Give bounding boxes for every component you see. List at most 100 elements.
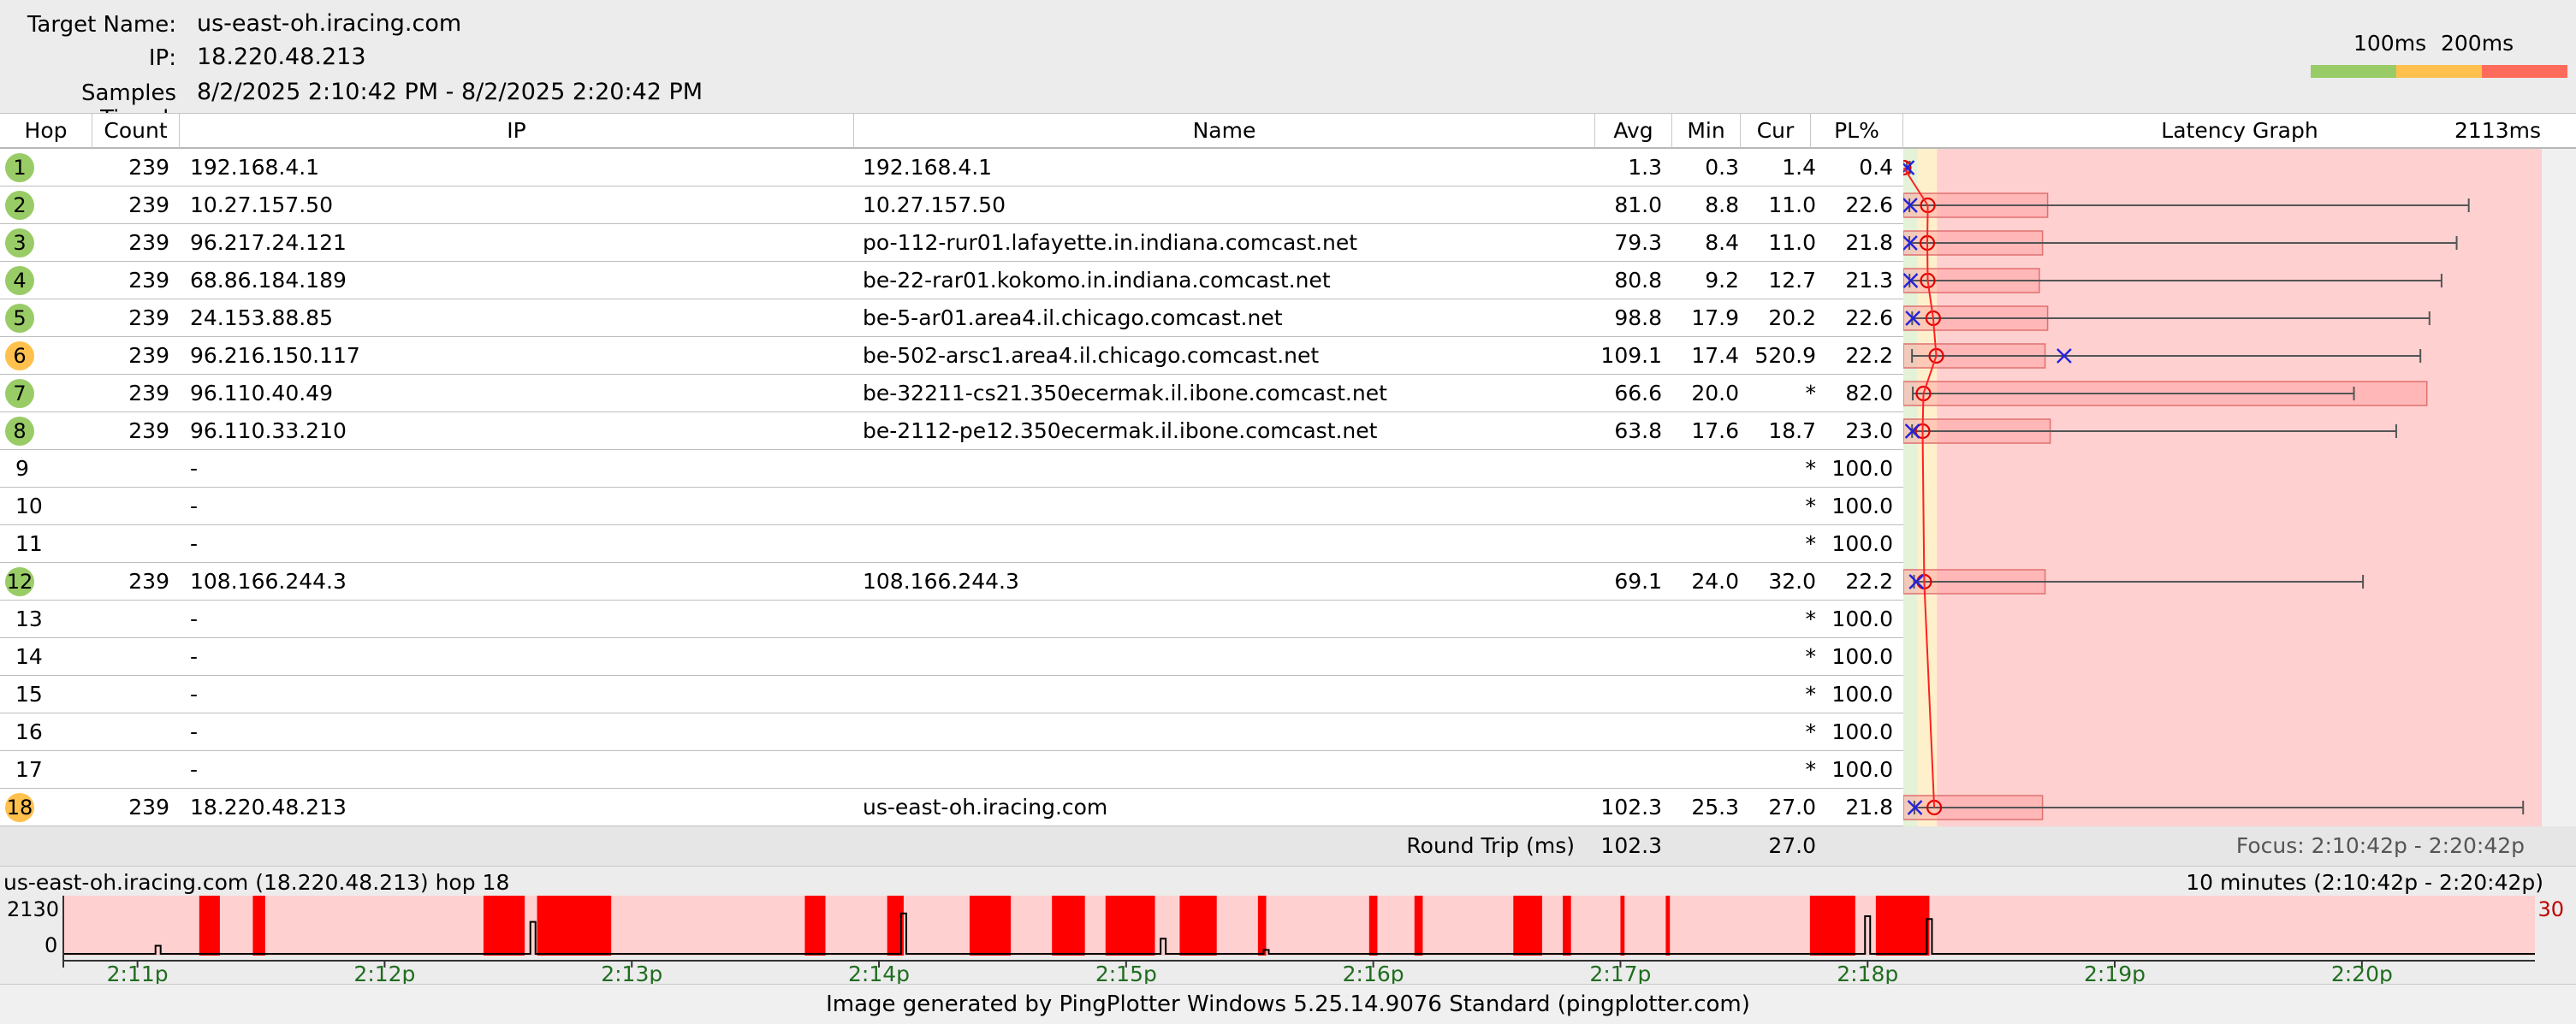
timeline-tick-label: 2:12p <box>353 962 415 985</box>
packet-loss-period <box>1513 896 1542 956</box>
hop-number: 10 <box>15 494 43 518</box>
col-ip[interactable]: IP <box>180 114 854 148</box>
hop-ip[interactable]: - <box>190 450 198 487</box>
hop-number: 9 <box>15 456 29 481</box>
hop-avg <box>1595 488 1662 524</box>
hop-cur: 1.4 <box>1782 155 1816 180</box>
hop-number: 17 <box>15 757 43 782</box>
timeline-tick-label: 2:18p <box>1837 962 1898 985</box>
hop-ip[interactable]: 18.220.48.213 <box>190 789 347 826</box>
hop-ip[interactable]: - <box>190 601 198 637</box>
table-row[interactable]: 13 - * 100.0 <box>0 601 1903 638</box>
table-row[interactable]: 8 239 96.110.33.210 be-2112-pe12.350ecermak… <box>0 412 1903 450</box>
hop-cur: 11.0 <box>1768 230 1816 255</box>
table-row[interactable]: 10 - * 100.0 <box>0 488 1903 525</box>
timeline-tick-label: 2:17p <box>1589 962 1651 985</box>
hop-ip[interactable]: 192.168.4.1 <box>190 149 319 186</box>
latency-graph <box>1903 149 2576 826</box>
hop-avg <box>1595 601 1662 637</box>
table-row[interactable]: 16 - * 100.0 <box>0 713 1903 751</box>
hop-name[interactable]: po-112-rur01.lafayette.in.indiana.comcas… <box>863 224 1357 261</box>
hop-min <box>1672 525 1739 562</box>
hop-status-badge: 1 <box>5 153 34 182</box>
hop-count: 239 <box>128 192 169 217</box>
hop-min: 17.9 <box>1691 305 1739 330</box>
table-row[interactable]: 17 - * 100.0 <box>0 751 1903 789</box>
col-count[interactable]: Count <box>92 114 180 148</box>
hop-count: 239 <box>128 155 169 180</box>
table-row[interactable]: 6 239 96.216.150.117 be-502-arsc1.area4.il.… <box>0 337 1903 375</box>
hop-avg <box>1595 525 1662 562</box>
table-row[interactable]: 18 239 18.220.48.213 us-east-oh.iracing.com… <box>0 789 1903 826</box>
hop-cur: 27.0 <box>1768 795 1816 820</box>
hop-packet-loss: 21.8 <box>1845 230 1893 255</box>
col-avg[interactable]: Avg <box>1595 114 1672 148</box>
focus-range[interactable]: Focus: 2:10:42p - 2:20:42p <box>2054 826 2525 866</box>
hop-ip[interactable]: 96.216.150.117 <box>190 337 360 374</box>
legend-100ms: 100ms <box>2353 31 2427 56</box>
col-pl[interactable]: PL% <box>1811 114 1903 148</box>
hop-ip[interactable]: 96.110.40.49 <box>190 375 333 411</box>
col-min[interactable]: Min <box>1672 114 1741 148</box>
hop-ip[interactable]: - <box>190 751 198 788</box>
table-row[interactable]: 7 239 96.110.40.49 be-32211-cs21.350ecermak… <box>0 375 1903 412</box>
legend-red-bar <box>2482 65 2567 78</box>
hop-min <box>1672 488 1739 524</box>
hop-cur: * <box>1805 644 1817 669</box>
hop-ip[interactable]: 68.86.184.189 <box>190 262 347 299</box>
table-row[interactable]: 1 239 192.168.4.1 192.168.4.1 1.3 0.3 1.4 0.4 <box>0 149 1903 186</box>
packet-loss-period <box>252 896 265 956</box>
timeline-tick-label: 2:16p <box>1343 962 1404 985</box>
hop-ip[interactable]: - <box>190 676 198 713</box>
hop-name[interactable]: be-22-rar01.kokomo.in.indiana.comcast.ne… <box>863 262 1331 299</box>
hop-ip[interactable]: 96.110.33.210 <box>190 412 347 449</box>
hop-name[interactable]: be-502-arsc1.area4.il.chicago.comcast.ne… <box>863 337 1319 374</box>
hop-avg <box>1595 751 1662 788</box>
timeline-chart[interactable]: 2:11p 2:12p 2:13p 2:14p 2:15p 2:16p 2:17p 2:18p… <box>0 867 2576 985</box>
table-row[interactable]: 5 239 24.153.88.85 be-5-ar01.area4.il.chica… <box>0 299 1903 337</box>
hop-name[interactable]: 10.27.157.50 <box>863 186 1006 223</box>
hop-cur: 20.2 <box>1768 305 1816 330</box>
hop-count <box>92 601 169 637</box>
hop-ip[interactable]: - <box>190 525 198 562</box>
hop-ip[interactable]: - <box>190 713 198 750</box>
hop-packet-loss: 100.0 <box>1831 456 1893 481</box>
hop-ip[interactable]: 24.153.88.85 <box>190 299 333 336</box>
table-row[interactable]: 14 - * 100.0 <box>0 638 1903 676</box>
samples-value: 8/2/2025 2:10:42 PM - 8/2/2025 2:20:42 P… <box>197 79 703 105</box>
packet-loss-period <box>537 896 612 956</box>
hop-avg <box>1595 638 1662 675</box>
hop-name[interactable]: us-east-oh.iracing.com <box>863 789 1107 826</box>
hop-ip[interactable]: 108.166.244.3 <box>190 563 347 600</box>
hop-count: 239 <box>128 381 169 405</box>
hop-count <box>92 713 169 750</box>
hop-min <box>1672 601 1739 637</box>
hop-count <box>92 676 169 713</box>
table-row[interactable]: 15 - * 100.0 <box>0 676 1903 713</box>
hop-avg: 63.8 <box>1614 418 1662 443</box>
table-row[interactable]: 3 239 96.217.24.121 po-112-rur01.lafayette.… <box>0 224 1903 262</box>
hop-name[interactable]: be-32211-cs21.350ecermak.il.ibone.comcas… <box>863 375 1387 411</box>
hop-name[interactable]: 108.166.244.3 <box>863 563 1019 600</box>
hop-cur: 18.7 <box>1768 418 1816 443</box>
table-row[interactable]: 12 239 108.166.244.3 108.166.244.3 69.1 24.0 3… <box>0 563 1903 601</box>
packet-loss-period <box>1620 896 1625 956</box>
table-row[interactable]: 11 - * 100.0 <box>0 525 1903 563</box>
hop-ip[interactable]: - <box>190 638 198 675</box>
hop-ip[interactable]: 96.217.24.121 <box>190 224 347 261</box>
hop-min: 20.0 <box>1691 381 1739 405</box>
hop-name[interactable]: 192.168.4.1 <box>863 149 992 186</box>
table-row[interactable]: 9 - * 100.0 <box>0 450 1903 488</box>
hop-ip[interactable]: 10.27.157.50 <box>190 186 333 223</box>
table-row[interactable]: 2 239 10.27.157.50 10.27.157.50 81.0 8.8 11.0 2… <box>0 186 1903 224</box>
hop-name[interactable]: be-5-ar01.area4.il.chicago.comcast.net <box>863 299 1283 336</box>
hop-packet-loss: 21.3 <box>1845 268 1893 293</box>
table-row[interactable]: 4 239 68.86.184.189 be-22-rar01.kokomo.in.i… <box>0 262 1903 299</box>
col-name[interactable]: Name <box>854 114 1595 148</box>
hop-name[interactable]: be-2112-pe12.350ecermak.il.ibone.comcast… <box>863 412 1377 449</box>
hop-ip[interactable]: - <box>190 488 198 524</box>
timeline-tick-label: 2:11p <box>107 962 169 985</box>
col-hop[interactable]: Hop <box>0 114 92 148</box>
col-cur[interactable]: Cur <box>1741 114 1811 148</box>
hop-min: 9.2 <box>1705 268 1739 293</box>
